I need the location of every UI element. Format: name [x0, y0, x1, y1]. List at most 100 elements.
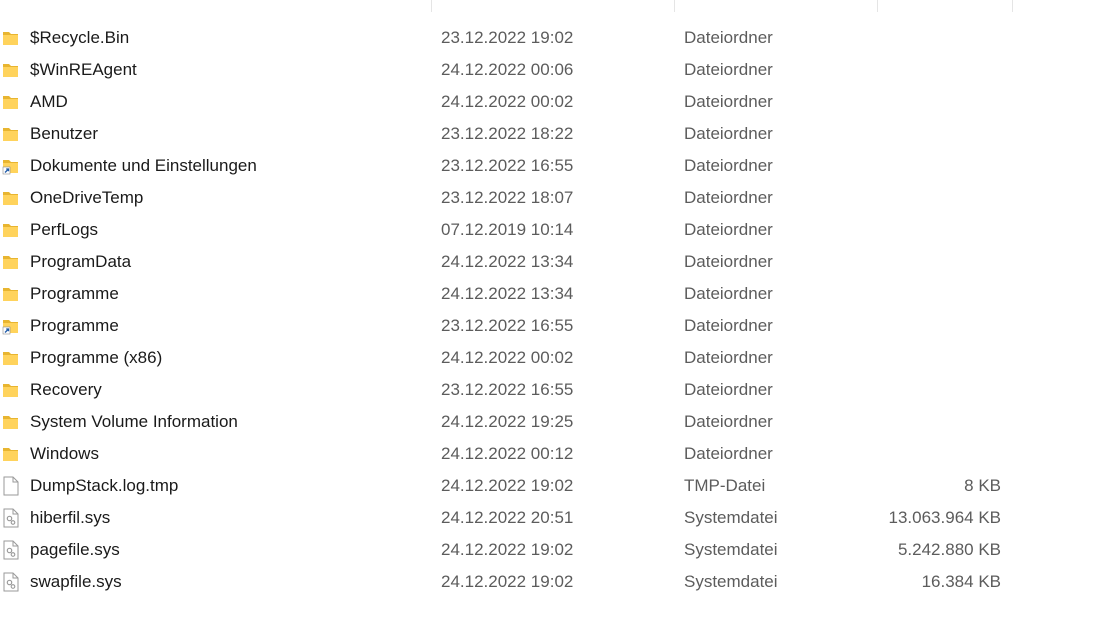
- column-separator-end[interactable]: [1012, 0, 1013, 12]
- file-type: Dateiordner: [684, 412, 773, 431]
- file-name[interactable]: Programme: [30, 310, 119, 342]
- folder-icon: [2, 252, 20, 272]
- file-row[interactable]: DumpStack.log.tmp 24.12.2022 19:02 TMP-Dat…: [0, 470, 1012, 502]
- file-row[interactable]: PerfLogs 07.12.2019 10:14 Dateiordner: [0, 214, 1012, 246]
- file-type: Dateiordner: [684, 252, 773, 271]
- file-type: Dateiordner: [684, 316, 773, 335]
- file-name[interactable]: Windows: [30, 438, 99, 470]
- file-modified-date: 24.12.2022 13:34: [441, 284, 574, 303]
- file-name[interactable]: PerfLogs: [30, 214, 98, 246]
- column-separator-type[interactable]: [674, 0, 675, 12]
- file-modified-date: 24.12.2022 19:25: [441, 412, 574, 431]
- column-separator-date[interactable]: [431, 0, 432, 12]
- file-row[interactable]: Windows 24.12.2022 00:12 Dateiordner: [0, 438, 1012, 470]
- file-modified-date: 23.12.2022 18:22: [441, 124, 574, 143]
- file-modified-date: 23.12.2022 19:02: [441, 28, 574, 47]
- file-modified-date: 24.12.2022 00:02: [441, 92, 574, 111]
- file-type: Dateiordner: [684, 380, 773, 399]
- folder-icon: [2, 124, 20, 144]
- file-row[interactable]: pagefile.sys 24.12.2022 19:02 Systemdatei 5…: [0, 534, 1012, 566]
- file-name[interactable]: AMD: [30, 86, 68, 118]
- file-row[interactable]: Benutzer 23.12.2022 18:22 Dateiordner: [0, 118, 1012, 150]
- file-name[interactable]: Programme: [30, 278, 119, 310]
- column-separator-size[interactable]: [877, 0, 878, 12]
- file-modified-date: 24.12.2022 00:02: [441, 348, 574, 367]
- column-header-bar: [0, 0, 1108, 12]
- folder-shortcut-icon: [2, 316, 20, 336]
- file-row[interactable]: swapfile.sys 24.12.2022 19:02 Systemdatei 1…: [0, 566, 1012, 598]
- file-type: Dateiordner: [684, 124, 773, 143]
- folder-icon: [2, 60, 20, 80]
- file-name[interactable]: Benutzer: [30, 118, 98, 150]
- file-size: 16.384 KB: [921, 572, 1001, 591]
- file-type: Dateiordner: [684, 92, 773, 111]
- file-name[interactable]: swapfile.sys: [30, 566, 122, 598]
- file-row[interactable]: Programme (x86) 24.12.2022 00:02 Dateiordn…: [0, 342, 1012, 374]
- file-name[interactable]: $Recycle.Bin: [30, 22, 129, 54]
- file-type: Dateiordner: [684, 220, 773, 239]
- file-row[interactable]: System Volume Information 24.12.2022 19:2…: [0, 406, 1012, 438]
- folder-icon: [2, 188, 20, 208]
- file-modified-date: 24.12.2022 19:02: [441, 540, 574, 559]
- file-row[interactable]: ProgramData 24.12.2022 13:34 Dateiordner: [0, 246, 1012, 278]
- file-name[interactable]: $WinREAgent: [30, 54, 137, 86]
- folder-shortcut-icon: [2, 156, 20, 176]
- file-modified-date: 23.12.2022 16:55: [441, 156, 574, 175]
- file-modified-date: 24.12.2022 00:12: [441, 444, 574, 463]
- file-name[interactable]: Recovery: [30, 374, 102, 406]
- file-name[interactable]: ProgramData: [30, 246, 131, 278]
- file-icon: [2, 476, 20, 496]
- file-name[interactable]: Programme (x86): [30, 342, 162, 374]
- file-size: 5.242.880 KB: [897, 540, 1001, 559]
- file-name[interactable]: hiberfil.sys: [30, 502, 110, 534]
- file-size: 8 KB: [964, 476, 1001, 495]
- file-modified-date: 24.12.2022 19:02: [441, 476, 574, 495]
- file-name[interactable]: OneDriveTemp: [30, 182, 143, 214]
- file-modified-date: 23.12.2022 16:55: [441, 316, 574, 335]
- folder-icon: [2, 28, 20, 48]
- file-explorer-details-view: $Recycle.Bin 23.12.2022 19:02 Dateiordner $…: [0, 0, 1108, 617]
- file-row[interactable]: $WinREAgent 24.12.2022 00:06 Dateiordner: [0, 54, 1012, 86]
- folder-icon: [2, 444, 20, 464]
- file-type: TMP-Datei: [684, 476, 766, 495]
- file-name[interactable]: Dokumente und Einstellungen: [30, 150, 257, 182]
- folder-icon: [2, 380, 20, 400]
- file-row[interactable]: Dokumente und Einstellungen 23.12.2022 16…: [0, 150, 1012, 182]
- file-type: Dateiordner: [684, 444, 773, 463]
- system-file-icon: [2, 508, 20, 528]
- file-name[interactable]: System Volume Information: [30, 406, 238, 438]
- file-modified-date: 24.12.2022 20:51: [441, 508, 574, 527]
- folder-icon: [2, 348, 20, 368]
- file-type: Dateiordner: [684, 348, 773, 367]
- file-type: Dateiordner: [684, 60, 773, 79]
- file-row[interactable]: $Recycle.Bin 23.12.2022 19:02 Dateiordner: [0, 22, 1012, 54]
- file-row[interactable]: hiberfil.sys 24.12.2022 20:51 Systemdatei 1…: [0, 502, 1012, 534]
- folder-icon: [2, 92, 20, 112]
- file-modified-date: 23.12.2022 16:55: [441, 380, 574, 399]
- file-modified-date: 24.12.2022 13:34: [441, 252, 574, 271]
- file-row[interactable]: Programme 23.12.2022 16:55 Dateiordner: [0, 310, 1012, 342]
- file-type: Systemdatei: [684, 540, 778, 559]
- file-list: $Recycle.Bin 23.12.2022 19:02 Dateiordner $…: [0, 22, 1108, 598]
- folder-icon: [2, 220, 20, 240]
- file-row[interactable]: Programme 24.12.2022 13:34 Dateiordner: [0, 278, 1012, 310]
- system-file-icon: [2, 540, 20, 560]
- file-type: Dateiordner: [684, 188, 773, 207]
- file-modified-date: 23.12.2022 18:07: [441, 188, 574, 207]
- system-file-icon: [2, 572, 20, 592]
- file-type: Dateiordner: [684, 284, 773, 303]
- file-row[interactable]: OneDriveTemp 23.12.2022 18:07 Dateiordner: [0, 182, 1012, 214]
- file-type: Dateiordner: [684, 28, 773, 47]
- file-row[interactable]: AMD 24.12.2022 00:02 Dateiordner: [0, 86, 1012, 118]
- file-name[interactable]: DumpStack.log.tmp: [30, 470, 178, 502]
- file-name[interactable]: pagefile.sys: [30, 534, 120, 566]
- file-type: Dateiordner: [684, 156, 773, 175]
- file-type: Systemdatei: [684, 508, 778, 527]
- folder-icon: [2, 412, 20, 432]
- file-modified-date: 24.12.2022 19:02: [441, 572, 574, 591]
- file-row[interactable]: Recovery 23.12.2022 16:55 Dateiordner: [0, 374, 1012, 406]
- file-size: 13.063.964 KB: [888, 508, 1001, 527]
- file-modified-date: 24.12.2022 00:06: [441, 60, 574, 79]
- file-type: Systemdatei: [684, 572, 778, 591]
- folder-icon: [2, 284, 20, 304]
